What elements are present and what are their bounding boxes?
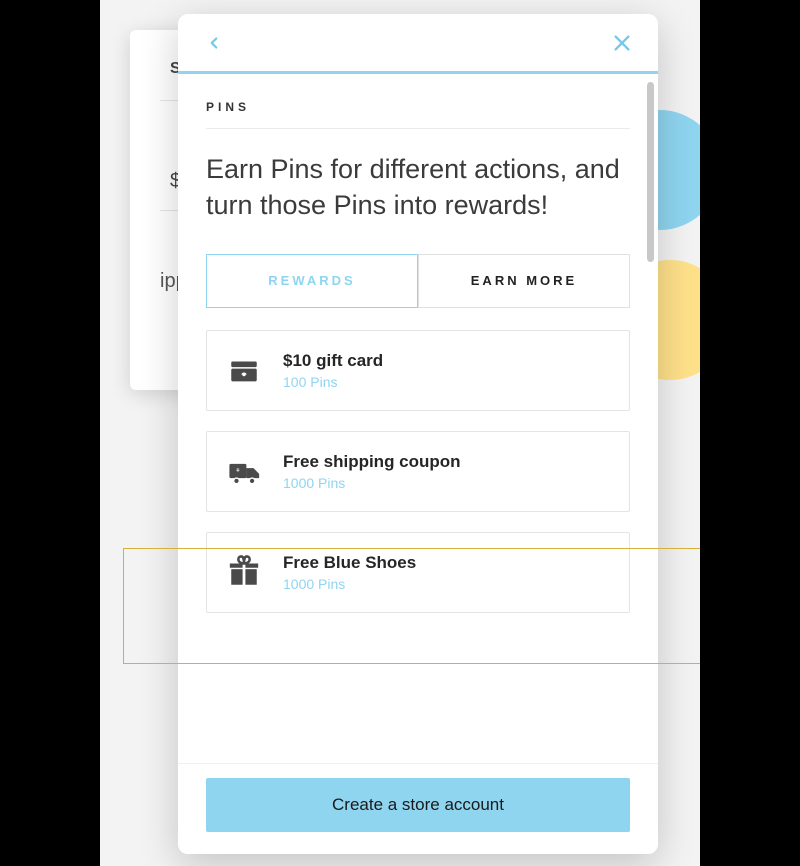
chevron-left-icon [205,31,223,55]
reward-text: Free Blue Shoes 1000 Pins [283,553,416,592]
modal-header [178,14,658,74]
tab-rewards[interactable]: REWARDS [206,254,418,308]
reward-title: Free Blue Shoes [283,553,416,573]
reward-item-free-shoes[interactable]: Free Blue Shoes 1000 Pins [206,532,630,613]
headline: Earn Pins for different actions, and tur… [206,151,630,224]
rewards-modal: PINS Earn Pins for different actions, an… [178,14,658,854]
reward-text: Free shipping coupon 1000 Pins [283,452,461,491]
gift-icon [227,555,261,589]
reward-cost: 100 Pins [283,374,383,390]
modal-body: PINS Earn Pins for different actions, an… [178,74,658,774]
reward-text: $10 gift card 100 Pins [283,351,383,390]
close-button[interactable] [608,29,636,57]
back-button[interactable] [200,29,228,57]
reward-cost: 1000 Pins [283,475,461,491]
tab-earn-more[interactable]: EARN MORE [418,254,630,308]
create-account-button[interactable]: Create a store account [206,778,630,832]
reward-item-free-shipping[interactable]: Free shipping coupon 1000 Pins [206,431,630,512]
section-label: PINS [206,100,630,114]
gift-card-icon [227,353,261,387]
reward-item-gift-card[interactable]: $10 gift card 100 Pins [206,330,630,411]
tabs: REWARDS EARN MORE [206,254,630,308]
reward-cost: 1000 Pins [283,576,416,592]
section-divider [206,128,630,129]
scrollbar-thumb[interactable] [647,82,654,262]
modal-footer: Create a store account [178,763,658,854]
reward-title: Free shipping coupon [283,452,461,472]
truck-icon [227,454,261,488]
close-icon [611,32,633,54]
reward-title: $10 gift card [283,351,383,371]
